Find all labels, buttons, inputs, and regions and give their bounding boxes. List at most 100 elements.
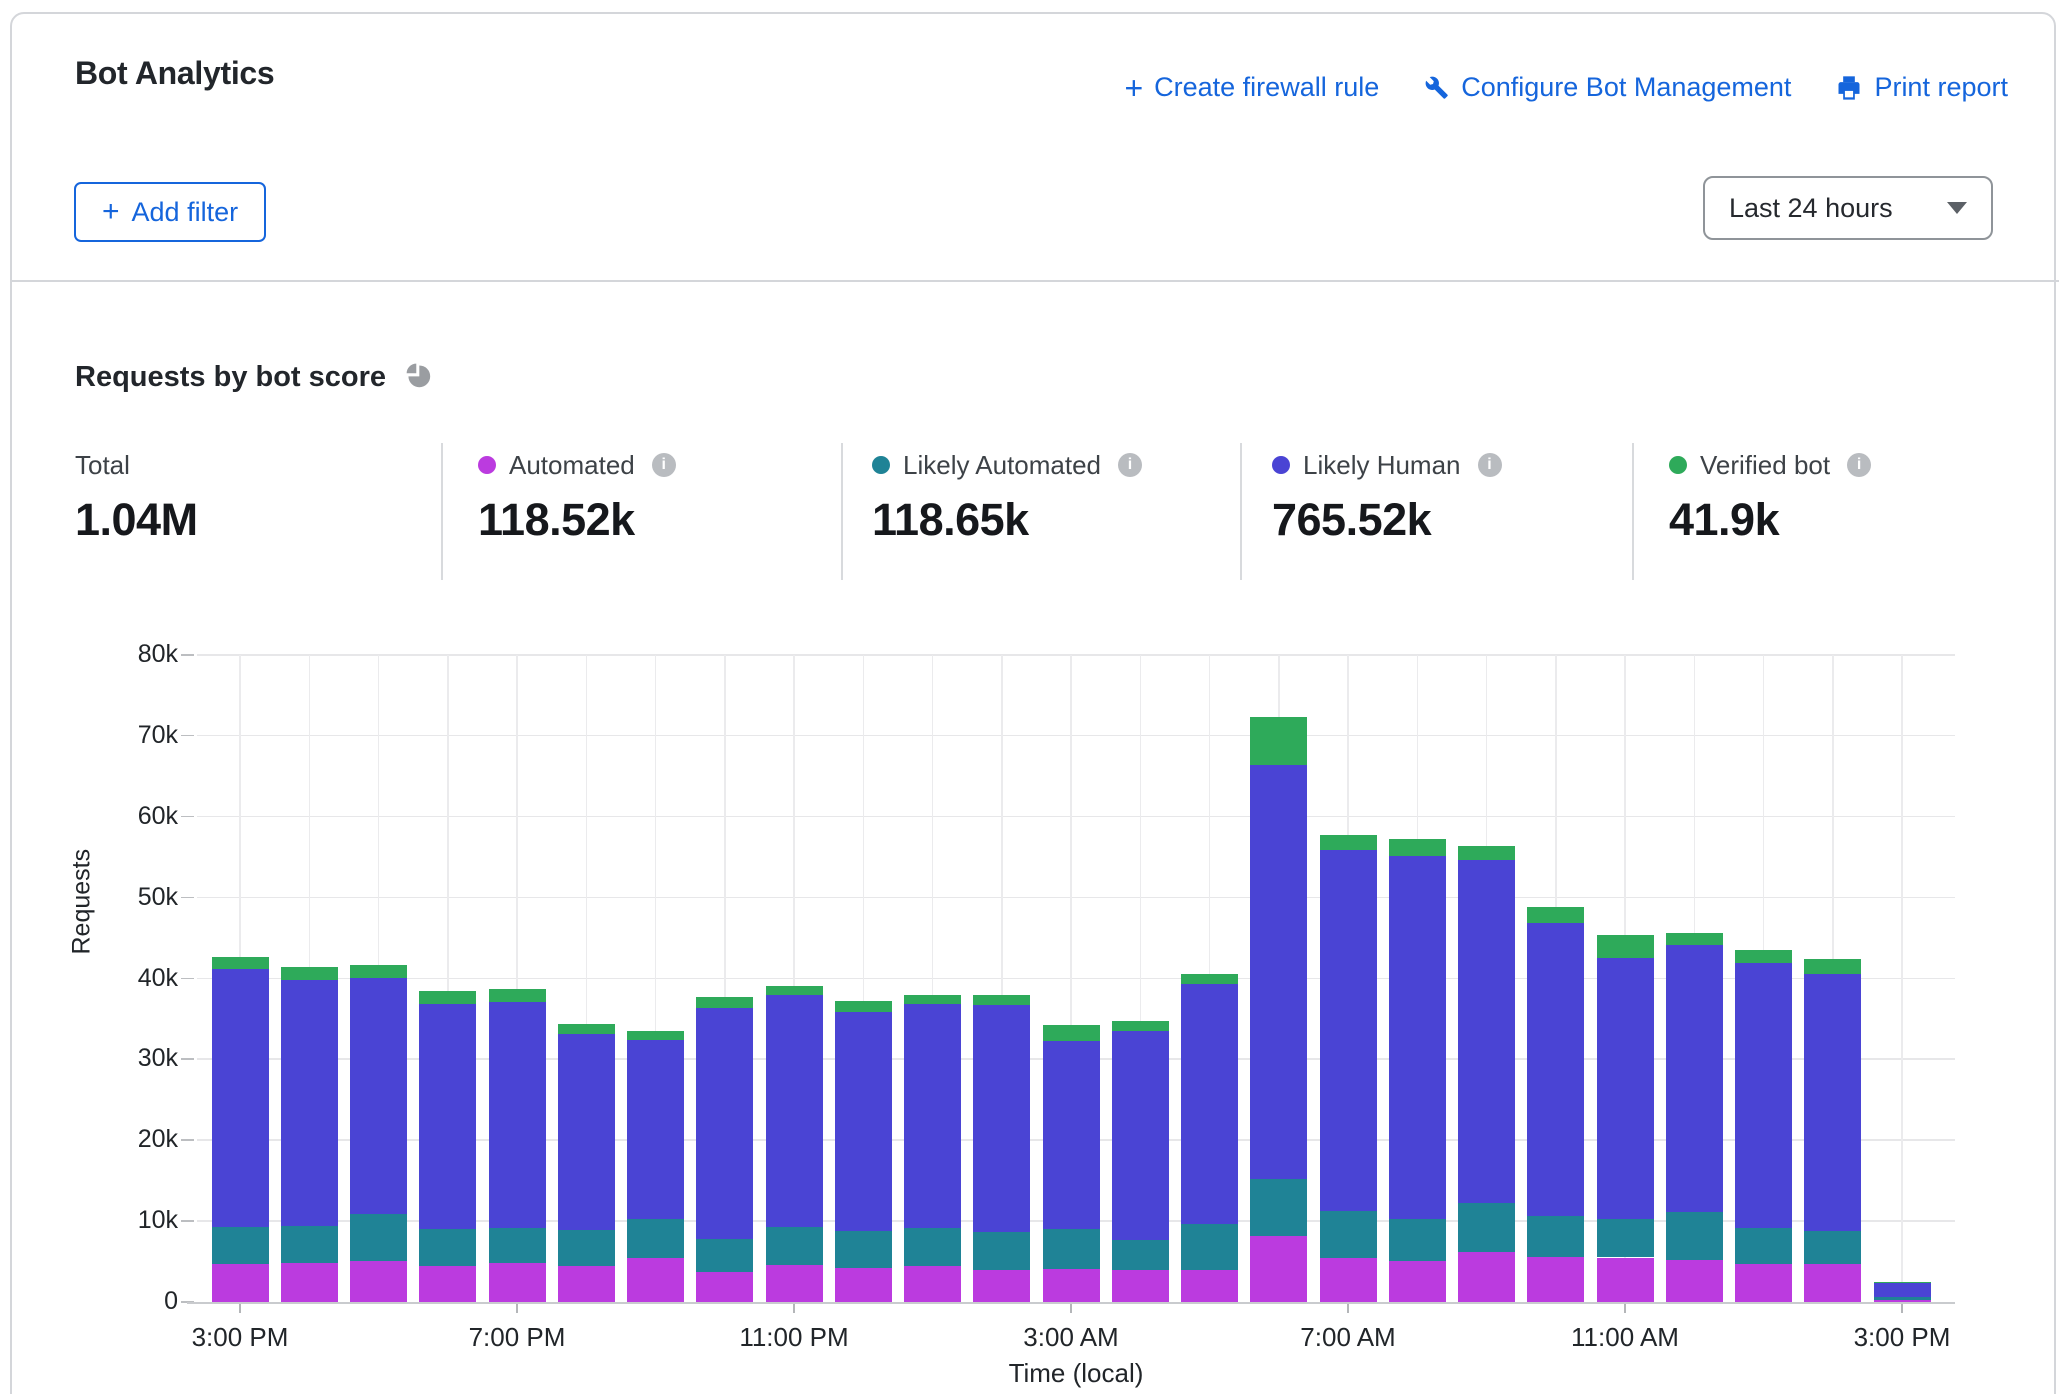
- bar-segment-verified-bot: [489, 989, 546, 1002]
- header-divider: [11, 280, 2059, 282]
- bar[interactable]: [1874, 1282, 1931, 1302]
- bar[interactable]: [1112, 1021, 1169, 1302]
- bar-segment-automated: [1389, 1261, 1446, 1302]
- bar-segment-verified-bot: [627, 1031, 684, 1040]
- bar[interactable]: [973, 995, 1030, 1302]
- printer-icon: [1835, 74, 1863, 102]
- bar[interactable]: [1735, 950, 1792, 1302]
- bar[interactable]: [281, 967, 338, 1302]
- bar-segment-verified-bot: [212, 957, 269, 968]
- bar-segment-likely-automated: [1874, 1297, 1931, 1299]
- bar-segment-likely-human: [1458, 860, 1515, 1202]
- bar-segment-likely-human: [1181, 984, 1238, 1224]
- time-range-select[interactable]: Last 24 hours: [1703, 176, 1993, 240]
- bar-segment-likely-human: [1735, 963, 1792, 1228]
- bar[interactable]: [1043, 1025, 1100, 1302]
- bar-segment-automated: [350, 1261, 407, 1302]
- bar[interactable]: [1597, 935, 1654, 1302]
- bar-segment-verified-bot: [1250, 717, 1307, 765]
- bar[interactable]: [1527, 907, 1584, 1302]
- bar-segment-verified-bot: [766, 986, 823, 995]
- bar-segment-automated: [1250, 1236, 1307, 1302]
- bar[interactable]: [1389, 839, 1446, 1302]
- stat-likely-automated: Likely Automated i 118.65k: [872, 448, 1142, 546]
- bar-segment-automated: [489, 1263, 546, 1302]
- bar[interactable]: [1181, 974, 1238, 1302]
- bar[interactable]: [1250, 717, 1307, 1302]
- bar-segment-automated: [281, 1263, 338, 1302]
- bar[interactable]: [696, 997, 753, 1302]
- bar-segment-verified-bot: [1458, 846, 1515, 861]
- bar-segment-automated: [1112, 1270, 1169, 1302]
- bar[interactable]: [212, 957, 269, 1302]
- bar-segment-likely-automated: [1804, 1231, 1861, 1264]
- bar[interactable]: [1804, 959, 1861, 1302]
- bar-segment-likely-human: [1666, 945, 1723, 1212]
- info-icon[interactable]: i: [652, 453, 676, 477]
- bar[interactable]: [1666, 933, 1723, 1302]
- bar[interactable]: [350, 965, 407, 1302]
- header-actions: + Create firewall rule Configure Bot Man…: [1124, 72, 2008, 103]
- bar[interactable]: [558, 1024, 615, 1302]
- bar-segment-automated: [1043, 1269, 1100, 1302]
- bar[interactable]: [419, 991, 476, 1302]
- add-filter-button[interactable]: + Add filter: [74, 182, 266, 242]
- info-icon[interactable]: i: [1478, 453, 1502, 477]
- bar-segment-automated: [1804, 1264, 1861, 1302]
- bar-segment-verified-bot: [1527, 907, 1584, 922]
- bar[interactable]: [766, 986, 823, 1302]
- bar-segment-likely-human: [212, 969, 269, 1227]
- bar-segment-likely-human: [904, 1004, 961, 1229]
- create-firewall-rule-label: Create firewall rule: [1154, 72, 1379, 103]
- bar-segment-automated: [766, 1265, 823, 1302]
- bar[interactable]: [1320, 835, 1377, 1302]
- bar-segment-verified-bot: [281, 967, 338, 980]
- bar-segment-verified-bot: [1389, 839, 1446, 856]
- bar-segment-likely-automated: [835, 1231, 892, 1268]
- page-title: Bot Analytics: [75, 55, 274, 92]
- bar-segment-likely-human: [1597, 958, 1654, 1219]
- bar-segment-verified-bot: [1320, 835, 1377, 850]
- bar-segment-automated: [1666, 1260, 1723, 1302]
- bar-segment-likely-human: [696, 1008, 753, 1239]
- bar[interactable]: [489, 989, 546, 1302]
- print-report-label: Print report: [1874, 72, 2008, 103]
- plus-icon: +: [102, 199, 120, 225]
- bar-segment-likely-human: [835, 1012, 892, 1231]
- info-icon[interactable]: i: [1847, 453, 1871, 477]
- time-range-value: Last 24 hours: [1729, 193, 1893, 224]
- stat-verified-bot: Verified bot i 41.9k: [1669, 448, 1871, 546]
- bar-segment-verified-bot: [696, 997, 753, 1008]
- stat-likely-automated-value: 118.65k: [872, 494, 1142, 546]
- bar-segment-verified-bot: [1181, 974, 1238, 984]
- bar[interactable]: [835, 1001, 892, 1302]
- bar[interactable]: [1458, 846, 1515, 1302]
- create-firewall-rule-link[interactable]: + Create firewall rule: [1124, 72, 1379, 103]
- plus-icon: +: [1124, 75, 1143, 101]
- bar-segment-likely-automated: [350, 1214, 407, 1261]
- bar-segment-likely-automated: [419, 1229, 476, 1265]
- bar-segment-likely-automated: [212, 1227, 269, 1264]
- configure-bot-management-link[interactable]: Configure Bot Management: [1423, 72, 1791, 103]
- bar-segment-likely-automated: [1458, 1203, 1515, 1252]
- bar[interactable]: [627, 1031, 684, 1302]
- bar-segment-likely-human: [973, 1005, 1030, 1232]
- bar-segment-verified-bot: [904, 995, 961, 1004]
- info-icon[interactable]: i: [1118, 453, 1142, 477]
- bar-segment-verified-bot: [1112, 1021, 1169, 1032]
- bar-segment-automated: [1458, 1252, 1515, 1302]
- bar[interactable]: [904, 995, 961, 1302]
- bar-segment-likely-automated: [904, 1228, 961, 1266]
- bar-segment-verified-bot: [419, 991, 476, 1004]
- bar-segment-verified-bot: [1043, 1025, 1100, 1040]
- likely-automated-dot: [872, 456, 890, 474]
- bar-segment-automated: [1874, 1300, 1931, 1302]
- bar-segment-likely-human: [1250, 765, 1307, 1179]
- stat-likely-human-value: 765.52k: [1272, 494, 1502, 546]
- bar-segment-automated: [627, 1258, 684, 1302]
- wrench-icon: [1423, 74, 1450, 101]
- stat-likely-human: Likely Human i 765.52k: [1272, 448, 1502, 546]
- print-report-link[interactable]: Print report: [1835, 72, 2008, 103]
- bar-segment-automated: [973, 1270, 1030, 1302]
- stat-automated-label: Automated: [509, 450, 635, 481]
